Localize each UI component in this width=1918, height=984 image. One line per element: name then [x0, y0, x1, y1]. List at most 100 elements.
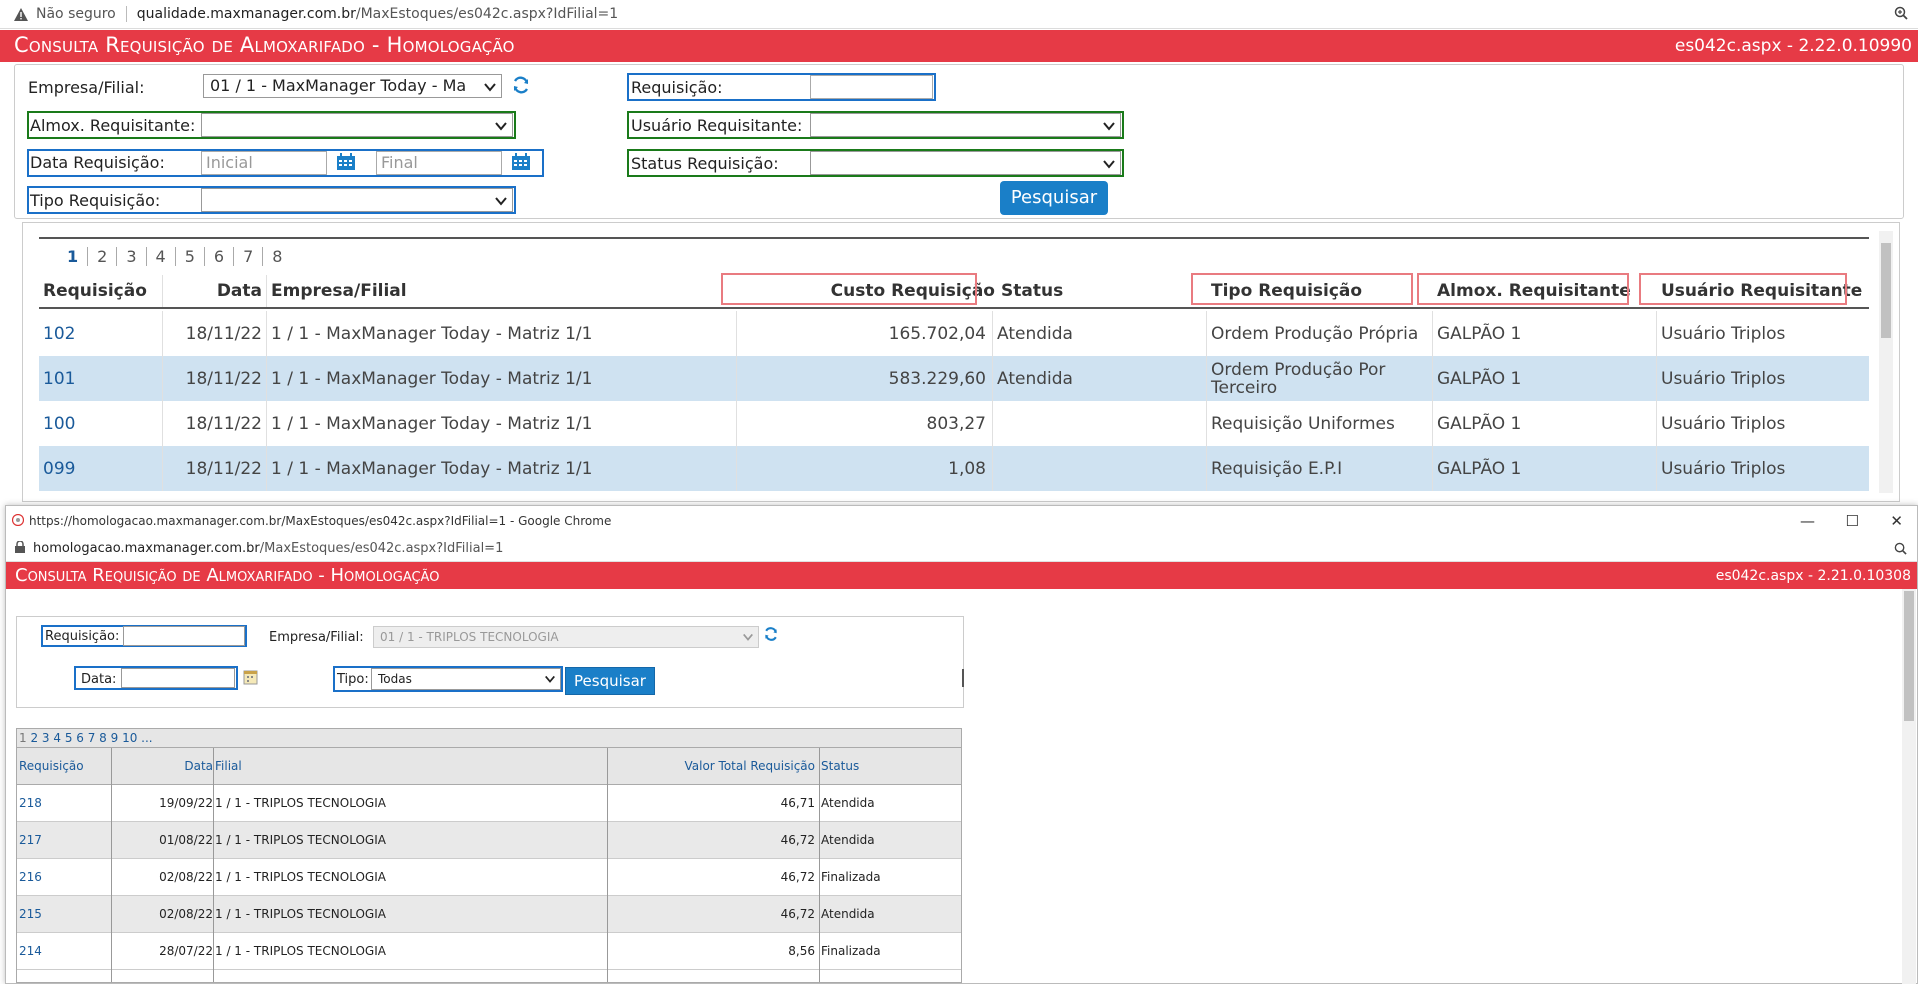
col-status[interactable]: Status	[821, 748, 961, 784]
page-title: Consulta Requisição de Almoxarifado - Ho…	[15, 565, 440, 586]
table-row[interactable]: 102 18/11/22 1 / 1 - MaxManager Today - …	[39, 311, 1869, 356]
data-input[interactable]	[121, 668, 235, 688]
almox-label: Almox. Requisitante:	[30, 116, 196, 135]
divider	[962, 669, 964, 687]
col-status[interactable]: Status	[1001, 275, 1211, 307]
tipo-select[interactable]	[201, 188, 513, 212]
tipo-col-highlight	[1191, 273, 1413, 305]
refresh-icon[interactable]	[511, 75, 531, 99]
calendar-icon[interactable]	[511, 153, 531, 171]
search-button[interactable]: Pesquisar	[1000, 181, 1108, 215]
almox-select[interactable]	[201, 113, 513, 137]
usuario-col-highlight	[1639, 273, 1847, 305]
page-link[interactable]: 4	[147, 247, 176, 266]
row-requisicao[interactable]: 217	[19, 822, 109, 858]
refresh-icon[interactable]	[763, 626, 779, 646]
requisicao-input[interactable]	[810, 75, 933, 99]
page-header: Consulta Requisição de Almoxarifado - Ho…	[6, 562, 1917, 589]
table-row[interactable]: 099 18/11/22 1 / 1 - MaxManager Today - …	[39, 446, 1869, 491]
usuario-label: Usuário Requisitante:	[631, 116, 803, 135]
row-status: Atendida	[821, 796, 875, 810]
row-requisicao[interactable]: 099	[43, 446, 163, 491]
row-data: 18/11/22	[163, 446, 267, 491]
search-button[interactable]: Pesquisar	[565, 667, 655, 695]
table-row[interactable]: 100 18/11/22 1 / 1 - MaxManager Today - …	[39, 401, 1869, 446]
chevron-down-icon	[494, 192, 508, 211]
col-empresa[interactable]: Empresa/Filial	[271, 275, 623, 307]
empresa-select[interactable]: 01 / 1 - TRIPLOS TECNOLOGIA	[373, 626, 759, 648]
row-requisicao[interactable]: 218	[19, 785, 109, 821]
zoom-icon[interactable]	[1894, 542, 1907, 559]
row-requisicao[interactable]: 215	[19, 896, 109, 932]
empresa-label: Empresa/Filial:	[269, 630, 364, 645]
row-requisicao[interactable]: 100	[43, 401, 163, 446]
chevron-down-icon	[494, 117, 508, 136]
row-requisicao[interactable]: 101	[43, 356, 163, 401]
row-filial: 1 / 1 - TRIPLOS TECNOLOGIA	[215, 944, 386, 958]
row-usuario: Usuário Triplos	[1661, 413, 1786, 434]
empresa-select[interactable]: 01 / 1 - MaxManager Today - Ma	[203, 74, 502, 98]
page-link[interactable]: 7	[234, 247, 264, 266]
close-icon[interactable]: ✕	[1890, 512, 1903, 530]
col-requisicao[interactable]: Requisição	[19, 748, 109, 784]
requisicao-label: Requisição:	[45, 629, 120, 644]
row-requisicao[interactable]: 216	[19, 859, 109, 895]
minimize-icon[interactable]: —	[1800, 512, 1815, 530]
data-label: Data:	[81, 672, 117, 687]
zoom-icon[interactable]	[1894, 6, 1908, 24]
row-data: 18/11/22	[163, 401, 267, 446]
page-link[interactable]: 6	[205, 247, 235, 266]
tipo-select[interactable]: Todas	[371, 668, 561, 690]
col-valor[interactable]: Valor Total Requisição	[609, 748, 817, 784]
requisicao-input[interactable]	[123, 626, 245, 646]
page-link[interactable]: 8	[263, 247, 291, 266]
scrollbar-thumb[interactable]	[1904, 591, 1914, 721]
col-requisicao[interactable]: Requisição	[43, 275, 163, 307]
page-current: 1	[19, 731, 27, 745]
pager: 1 2 3 4 5 6 7 8 9 10 ...	[17, 729, 961, 748]
calendar-icon[interactable]	[243, 669, 258, 689]
col-data[interactable]: Data	[163, 275, 267, 307]
status-select[interactable]	[810, 151, 1121, 175]
page-link[interactable]: 1	[58, 247, 89, 266]
row-tipo: Ordem Produção Própria	[1211, 311, 1433, 356]
warning-icon	[14, 7, 28, 21]
data-inicial-input[interactable]: Inicial	[201, 151, 327, 175]
table-row[interactable]: 101 18/11/22 1 / 1 - MaxManager Today - …	[39, 356, 1869, 401]
address-bar[interactable]: homologacao.maxmanager.com.br /MaxEstoqu…	[6, 536, 1917, 562]
row-valor: 46,71	[780, 796, 815, 810]
page-links[interactable]: 2 3 4 5 6 7 8 9 10 ...	[30, 731, 152, 745]
calendar-icon[interactable]	[336, 153, 356, 171]
page-scrollbar[interactable]	[1902, 589, 1916, 984]
grid-top-border	[39, 237, 1869, 239]
window-titlebar: https://homologacao.maxmanager.com.br/Ma…	[6, 506, 1917, 536]
version-label: es042c.aspx - 2.21.0.10308	[1715, 568, 1911, 584]
page-link[interactable]: 3	[117, 247, 147, 266]
row-requisicao[interactable]: 102	[43, 311, 163, 356]
col-data[interactable]: Data	[113, 748, 213, 784]
row-data: 18/11/22	[163, 356, 267, 401]
scrollbar-thumb[interactable]	[1881, 243, 1891, 338]
address-bar[interactable]: Não seguro qualidade.maxmanager.com.br /…	[0, 0, 1918, 29]
col-filial[interactable]: Filial	[215, 748, 605, 784]
row-custo: 803,27	[737, 401, 993, 446]
row-almox: GALPÃO 1	[1437, 446, 1657, 491]
row-status	[997, 446, 1207, 491]
empresa-value: 01 / 1 - MaxManager Today - Ma	[210, 76, 467, 95]
row-requisicao[interactable]: 214	[19, 933, 109, 969]
row-usuario: Usuário Triplos	[1661, 458, 1786, 479]
row-data: 28/07/22	[159, 944, 213, 958]
data-final-input[interactable]: Final	[376, 151, 502, 175]
page-link[interactable]: 5	[176, 247, 205, 266]
data-label: Data Requisição:	[30, 153, 165, 172]
usuario-select[interactable]	[810, 113, 1121, 137]
empresa-value: 01 / 1 - TRIPLOS TECNOLOGIA	[380, 630, 559, 644]
custo-highlight	[721, 273, 977, 305]
row-valor: 46,72	[780, 833, 815, 847]
url-path: /MaxEstoques/es042c.aspx?IdFilial=1	[355, 6, 619, 22]
chevron-down-icon	[742, 629, 754, 649]
grid-scrollbar[interactable]	[1879, 231, 1893, 493]
page-link[interactable]: 2	[88, 247, 118, 266]
maximize-icon[interactable]: ☐	[1846, 512, 1859, 530]
pager: 1 2 3 4 5 6 7 8	[58, 247, 291, 266]
